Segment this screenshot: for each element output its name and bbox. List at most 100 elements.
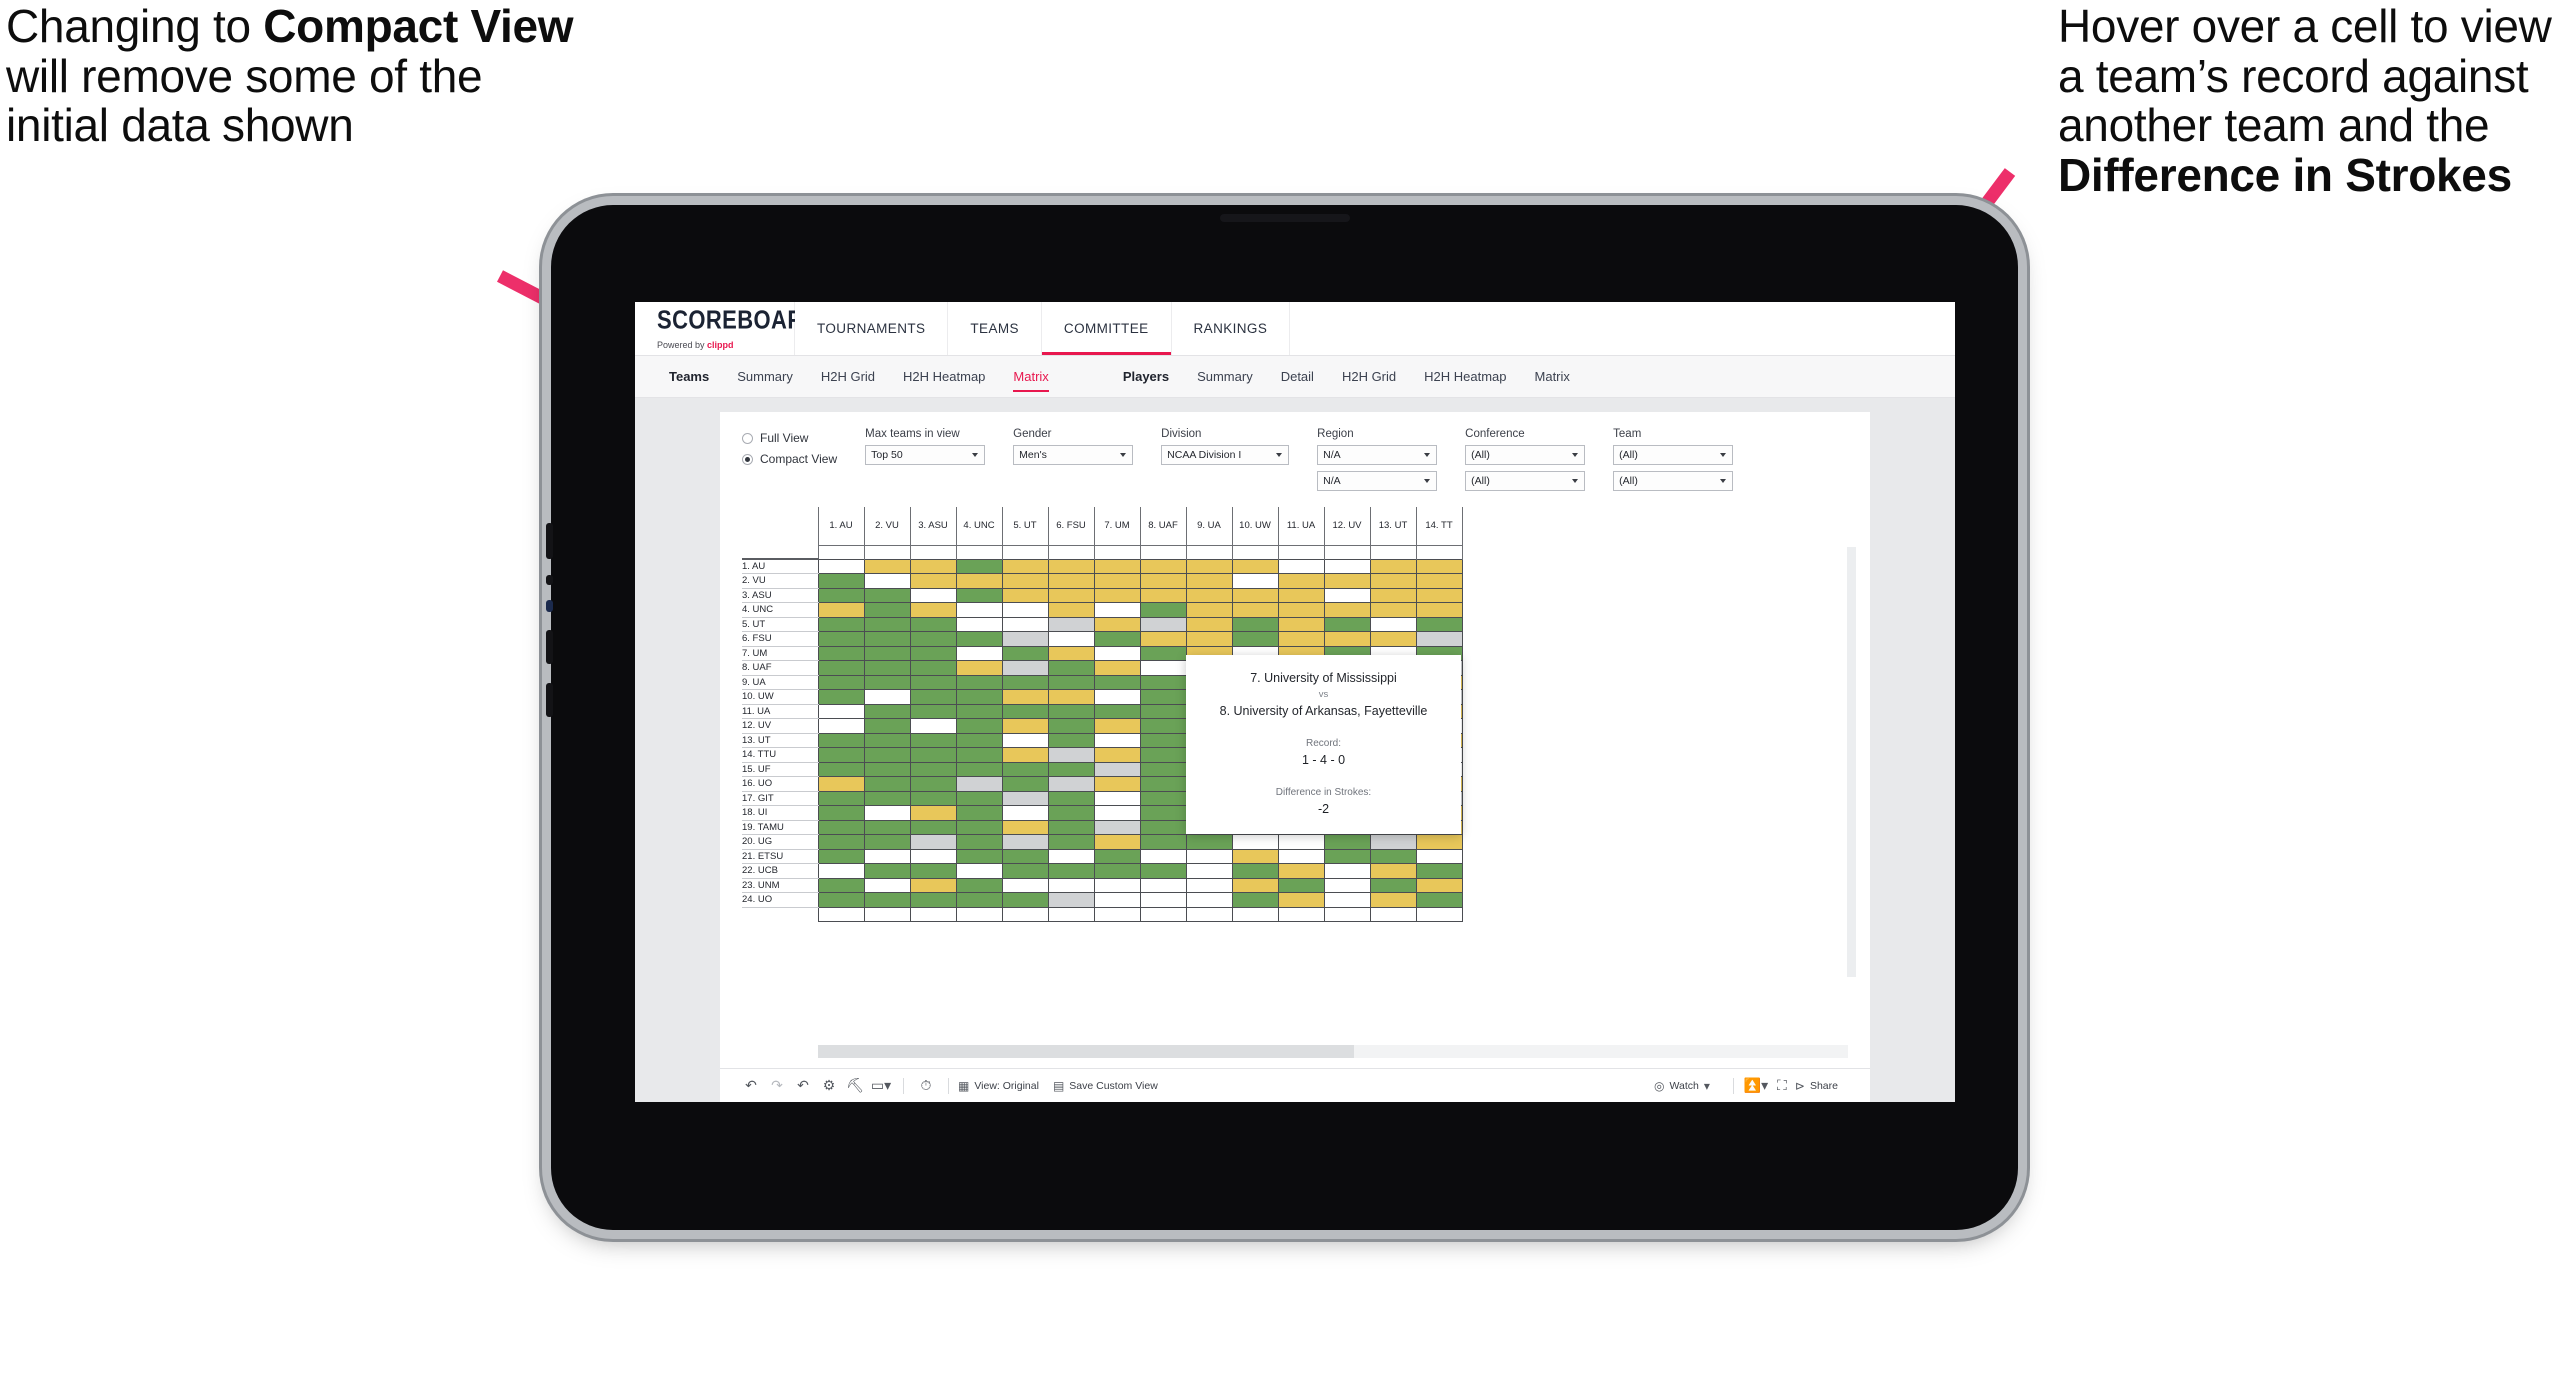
subnav-players-matrix[interactable]: Matrix	[1521, 369, 1584, 384]
matrix-cell[interactable]	[1231, 848, 1279, 864]
matrix-cell[interactable]	[955, 587, 1003, 603]
matrix-cell[interactable]	[1093, 660, 1141, 676]
matrix-col-header[interactable]: 14. TT	[1415, 507, 1463, 546]
matrix-cell[interactable]	[1047, 660, 1095, 676]
watch-button[interactable]: ◎ Watch ▾	[1654, 1079, 1710, 1093]
matrix-cell[interactable]	[1093, 863, 1141, 879]
matrix-cell[interactable]	[909, 732, 957, 748]
matrix-cell[interactable]	[1139, 587, 1187, 603]
matrix-cell[interactable]	[1231, 558, 1279, 574]
matrix-cell[interactable]	[1047, 689, 1095, 705]
matrix-cell[interactable]	[955, 805, 1003, 821]
matrix-cell[interactable]	[817, 848, 865, 864]
filter-conference-select-2[interactable]: (All)	[1465, 471, 1586, 491]
matrix-cell[interactable]	[909, 602, 957, 618]
matrix-cell[interactable]	[909, 631, 957, 647]
matrix-cell[interactable]	[1093, 718, 1141, 734]
pause-icon[interactable]: ⛏	[842, 1077, 868, 1094]
matrix-cell[interactable]	[817, 805, 865, 821]
matrix-cell[interactable]	[863, 863, 911, 879]
matrix-cell[interactable]	[1001, 573, 1049, 589]
matrix-cell[interactable]	[909, 761, 957, 777]
matrix-cell[interactable]	[1369, 863, 1417, 879]
matrix-cell[interactable]	[1139, 689, 1187, 705]
matrix-cell[interactable]	[1415, 834, 1463, 850]
matrix-cell[interactable]	[1185, 848, 1233, 864]
matrix-cell[interactable]	[1047, 703, 1095, 719]
matrix-vertical-scrollbar[interactable]	[1847, 547, 1856, 977]
matrix-cell[interactable]	[817, 892, 865, 908]
filter-region-select-1[interactable]: N/A	[1317, 445, 1438, 465]
matrix-cell[interactable]	[1323, 602, 1371, 618]
matrix-cell[interactable]	[955, 877, 1003, 893]
matrix-cell[interactable]	[909, 558, 957, 574]
matrix-cell[interactable]	[1047, 819, 1095, 835]
matrix-cell[interactable]	[909, 834, 957, 850]
view-original-button[interactable]: ▦ View: Original	[958, 1079, 1039, 1093]
brand-logo[interactable]: SCOREBOARD Powered by clippd	[635, 302, 820, 355]
matrix-cell[interactable]	[817, 602, 865, 618]
matrix-cell[interactable]	[863, 703, 911, 719]
matrix-cell[interactable]	[909, 819, 957, 835]
matrix-cell[interactable]	[1277, 602, 1325, 618]
matrix-cell[interactable]	[1093, 703, 1141, 719]
matrix-cell[interactable]	[1277, 558, 1325, 574]
subnav-players-h2h-grid[interactable]: H2H Grid	[1328, 369, 1410, 384]
matrix-cell[interactable]	[863, 761, 911, 777]
history-icon[interactable]: ⏱	[913, 1077, 939, 1094]
matrix-col-header[interactable]: 12. UV	[1323, 507, 1371, 546]
matrix-cell[interactable]	[1185, 602, 1233, 618]
matrix-cell[interactable]	[909, 776, 957, 792]
matrix-col-header[interactable]: 5. UT	[1001, 507, 1049, 546]
matrix-cell[interactable]	[1001, 602, 1049, 618]
matrix-cell[interactable]	[863, 776, 911, 792]
matrix-cell[interactable]	[1369, 631, 1417, 647]
matrix-cell[interactable]	[1047, 863, 1095, 879]
filter-conference-select-1[interactable]: (All)	[1465, 445, 1586, 465]
matrix-cell[interactable]	[909, 892, 957, 908]
matrix-cell[interactable]	[1231, 863, 1279, 879]
matrix-cell[interactable]	[1001, 761, 1049, 777]
matrix-cell[interactable]	[1323, 587, 1371, 603]
matrix-cell[interactable]	[1369, 558, 1417, 574]
matrix-cell[interactable]	[863, 573, 911, 589]
matrix-cell[interactable]	[1185, 587, 1233, 603]
matrix-row-header[interactable]: 23. UNM	[742, 878, 818, 893]
matrix-cell[interactable]	[1047, 747, 1095, 763]
matrix-cell[interactable]	[1323, 834, 1371, 850]
matrix-col-header[interactable]: 13. UT	[1369, 507, 1417, 546]
matrix-row-header[interactable]: 14. TTU	[742, 747, 818, 763]
matrix-col-header[interactable]: 4. UNC	[955, 507, 1003, 546]
matrix-cell[interactable]	[1369, 848, 1417, 864]
matrix-cell[interactable]	[1139, 602, 1187, 618]
matrix-col-header[interactable]: 1. AU	[817, 507, 865, 546]
matrix-cell[interactable]	[1047, 616, 1095, 632]
matrix-cell[interactable]	[817, 761, 865, 777]
matrix-cell[interactable]	[1001, 718, 1049, 734]
matrix-cell[interactable]	[1047, 645, 1095, 661]
matrix-cell[interactable]	[817, 645, 865, 661]
matrix-cell[interactable]	[817, 718, 865, 734]
matrix-cell[interactable]	[1093, 587, 1141, 603]
matrix-cell[interactable]	[1415, 863, 1463, 879]
matrix-cell[interactable]	[1277, 834, 1325, 850]
matrix-col-header[interactable]: 7. UM	[1093, 507, 1141, 546]
matrix-cell[interactable]	[909, 805, 957, 821]
matrix-cell[interactable]	[817, 790, 865, 806]
matrix-row-header[interactable]: 10. UW	[742, 689, 818, 705]
matrix-cell[interactable]	[1093, 732, 1141, 748]
matrix-cell[interactable]	[1415, 631, 1463, 647]
matrix-cell[interactable]	[863, 558, 911, 574]
filter-region-select-2[interactable]: N/A	[1317, 471, 1438, 491]
matrix-cell[interactable]	[817, 587, 865, 603]
matrix-cell[interactable]	[1139, 805, 1187, 821]
matrix-cell[interactable]	[1047, 877, 1095, 893]
matrix-cell[interactable]	[1185, 573, 1233, 589]
matrix-cell[interactable]	[909, 645, 957, 661]
matrix-cell[interactable]	[1093, 674, 1141, 690]
matrix-cell[interactable]	[955, 718, 1003, 734]
matrix-cell[interactable]	[863, 834, 911, 850]
download-icon[interactable]: ⏫▾	[1743, 1077, 1769, 1094]
matrix-cell[interactable]	[1093, 645, 1141, 661]
matrix-cell[interactable]	[1231, 892, 1279, 908]
